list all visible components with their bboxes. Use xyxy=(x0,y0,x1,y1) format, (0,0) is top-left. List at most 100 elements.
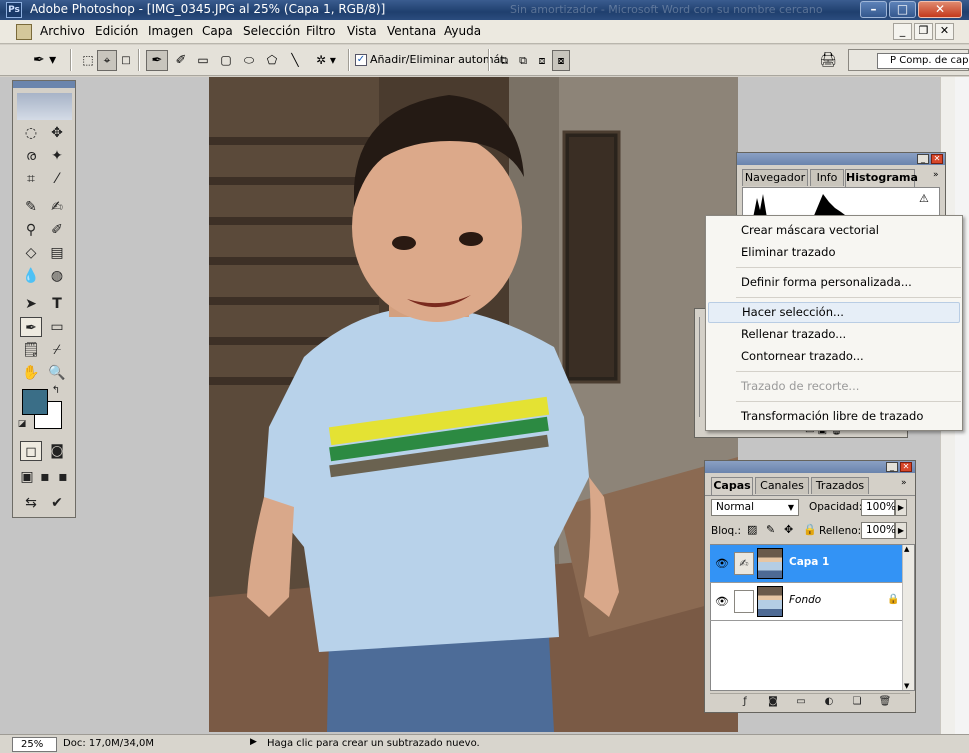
quick-mask-icon[interactable]: ◙ xyxy=(46,441,68,461)
shape-layers-icon[interactable]: ⬚ xyxy=(79,50,97,71)
lock-pixels-icon[interactable]: ✎ xyxy=(766,523,775,536)
menu-filtro[interactable]: Filtro xyxy=(306,24,335,38)
fill-arrow-icon[interactable]: ▶ xyxy=(895,522,907,539)
tab-capas[interactable]: Capas xyxy=(711,477,753,495)
stamp-icon[interactable]: ⚲ xyxy=(20,220,42,240)
notes-icon[interactable]: 🗒 xyxy=(20,340,42,360)
path-selection-icon[interactable]: ➤ xyxy=(20,294,42,314)
feather-logo[interactable] xyxy=(17,93,72,120)
menu-item-fill-path[interactable]: Rellenar trazado... xyxy=(708,324,960,345)
adjustment-layer-icon[interactable]: ◐ xyxy=(822,695,836,708)
screen-mode-full-icon[interactable]: ▪ xyxy=(54,467,72,487)
rectangle-icon[interactable]: ▭ xyxy=(194,50,212,71)
eraser-icon[interactable]: ◇ xyxy=(20,243,42,263)
menu-item-make-selection[interactable]: Hacer selección... xyxy=(708,302,960,323)
screen-mode-full-menu-icon[interactable]: ▪ xyxy=(36,467,54,487)
menu-ayuda[interactable]: Ayuda xyxy=(444,24,481,38)
scroll-up-icon[interactable]: ▲ xyxy=(904,545,909,553)
menu-item-create-vector-mask[interactable]: Crear máscara vectorial xyxy=(708,220,960,241)
menu-archivo[interactable]: Archivo xyxy=(40,24,85,38)
menu-imagen[interactable]: Imagen xyxy=(148,24,193,38)
layer-name[interactable]: Fondo xyxy=(789,594,821,606)
doc-size[interactable]: Doc: 17,0M/34,0M xyxy=(63,738,154,749)
subtract-path-icon[interactable]: ⧉ xyxy=(514,50,532,71)
ellipse-icon[interactable]: ⬭ xyxy=(240,50,258,71)
foreground-color-swatch[interactable] xyxy=(22,389,48,415)
tab-canales[interactable]: Canales xyxy=(755,477,809,494)
close-button[interactable]: ✕ xyxy=(918,1,962,18)
new-layer-icon[interactable]: ❏ xyxy=(850,695,864,708)
menu-item-define-custom-shape[interactable]: Definir forma personalizada... xyxy=(708,272,960,293)
layer-comps-tab[interactable]: P Comp. de cap xyxy=(877,53,969,69)
standard-mode-icon[interactable]: ◻ xyxy=(20,441,42,461)
panel-close-button[interactable]: ✕ xyxy=(900,462,912,472)
opacity-field[interactable]: 100% xyxy=(861,499,896,516)
slice-icon[interactable]: ⁄ xyxy=(46,169,68,189)
auto-add-delete-checkbox[interactable]: ✓ xyxy=(355,54,367,66)
rounded-rectangle-icon[interactable]: ▢ xyxy=(217,50,235,71)
freeform-pen-icon[interactable]: ✐ xyxy=(172,50,190,71)
pen-icon[interactable]: ✒ xyxy=(146,50,168,71)
fill-pixels-icon[interactable]: □ xyxy=(119,50,133,71)
document-icon[interactable] xyxy=(16,24,32,40)
crop-icon[interactable]: ⌗ xyxy=(20,169,42,189)
healing-brush-icon[interactable]: ✎ xyxy=(20,197,42,217)
dodge-icon[interactable]: ◍ xyxy=(46,266,68,286)
menu-edicion[interactable]: Edición xyxy=(95,24,138,38)
imageready-icon[interactable]: ✔ xyxy=(46,493,68,513)
pen-tool-icon[interactable]: ✒ xyxy=(20,317,42,337)
visibility-eye-icon[interactable]: 👁 xyxy=(714,557,730,570)
menu-capa[interactable]: Capa xyxy=(202,24,233,38)
visibility-eye-icon[interactable]: 👁 xyxy=(714,595,730,608)
new-group-icon[interactable]: ▭ xyxy=(794,695,808,708)
minimize-button[interactable]: – xyxy=(860,1,887,18)
doc-restore-button[interactable]: ❐ xyxy=(914,23,933,40)
pen-tool-preset-icon[interactable]: ✒ ▾ xyxy=(30,50,64,71)
lock-all-icon[interactable]: 🔒 xyxy=(803,523,817,536)
panel-minimize-button[interactable]: _ xyxy=(886,462,898,472)
panel-menu-icon[interactable]: » xyxy=(933,170,939,180)
panel-titlebar[interactable] xyxy=(737,153,945,165)
layer-row[interactable]: 👁 ✍ Capa 1 xyxy=(710,545,902,582)
add-to-path-icon[interactable]: ⧉ xyxy=(495,50,513,71)
intersect-path-icon[interactable]: ⧈ xyxy=(533,50,551,71)
palette-well-icon[interactable]: 🖨 xyxy=(816,50,840,71)
add-mask-icon[interactable]: ◙ xyxy=(766,695,780,708)
layer-brush-icon[interactable]: ✍ xyxy=(734,552,754,575)
custom-shape-icon[interactable]: ✲ ▾ xyxy=(309,50,343,71)
opacity-arrow-icon[interactable]: ▶ xyxy=(895,499,907,516)
warning-icon[interactable]: ⚠ xyxy=(919,192,929,205)
tab-info[interactable]: Info xyxy=(810,169,844,186)
fill-field[interactable]: 100% xyxy=(861,522,896,539)
status-menu-arrow-icon[interactable]: ▶ xyxy=(250,737,257,747)
marquee-icon[interactable]: ◌ xyxy=(20,123,42,143)
doc-close-button[interactable]: ✕ xyxy=(935,23,954,40)
eyedropper-icon[interactable]: ⌿ xyxy=(46,340,68,360)
swap-colors-icon[interactable]: ↰ xyxy=(49,384,63,398)
lock-transparency-icon[interactable]: ▨ xyxy=(747,523,757,536)
lock-position-icon[interactable]: ✥ xyxy=(784,523,793,536)
exclude-path-icon[interactable]: ⧇ xyxy=(552,50,570,71)
layer-name[interactable]: Capa 1 xyxy=(789,556,829,568)
layer-link-slot[interactable] xyxy=(734,590,754,613)
document-canvas[interactable] xyxy=(209,77,738,732)
menu-item-delete-path[interactable]: Eliminar trazado xyxy=(708,242,960,263)
tab-histograma[interactable]: Histograma xyxy=(845,169,918,187)
panel-minimize-button[interactable]: _ xyxy=(917,154,929,164)
menu-ventana[interactable]: Ventana xyxy=(387,24,436,38)
zoom-icon[interactable]: 🔍 xyxy=(46,363,68,383)
layer-row[interactable]: 👁 Fondo 🔒 xyxy=(710,583,902,620)
panel-titlebar[interactable] xyxy=(705,461,915,473)
move-icon[interactable]: ✥ xyxy=(46,123,68,143)
paths-mode-icon[interactable]: ⌖ xyxy=(97,50,117,71)
jump-to-imageready-icon[interactable]: ⇆ xyxy=(20,493,42,513)
blend-mode-select[interactable]: Normal ▼ xyxy=(711,499,799,516)
gradient-icon[interactable]: ▤ xyxy=(46,243,68,263)
layers-scrollbar[interactable]: ▲ ▼ xyxy=(902,545,914,690)
doc-minimize-button[interactable]: _ xyxy=(893,23,912,40)
tab-trazados[interactable]: Trazados xyxy=(811,477,869,494)
menu-seleccion[interactable]: Selección xyxy=(243,24,300,38)
magic-wand-icon[interactable]: ✦ xyxy=(46,146,68,166)
screen-mode-standard-icon[interactable]: ▣ xyxy=(18,467,36,487)
line-icon[interactable]: ╲ xyxy=(286,50,304,71)
